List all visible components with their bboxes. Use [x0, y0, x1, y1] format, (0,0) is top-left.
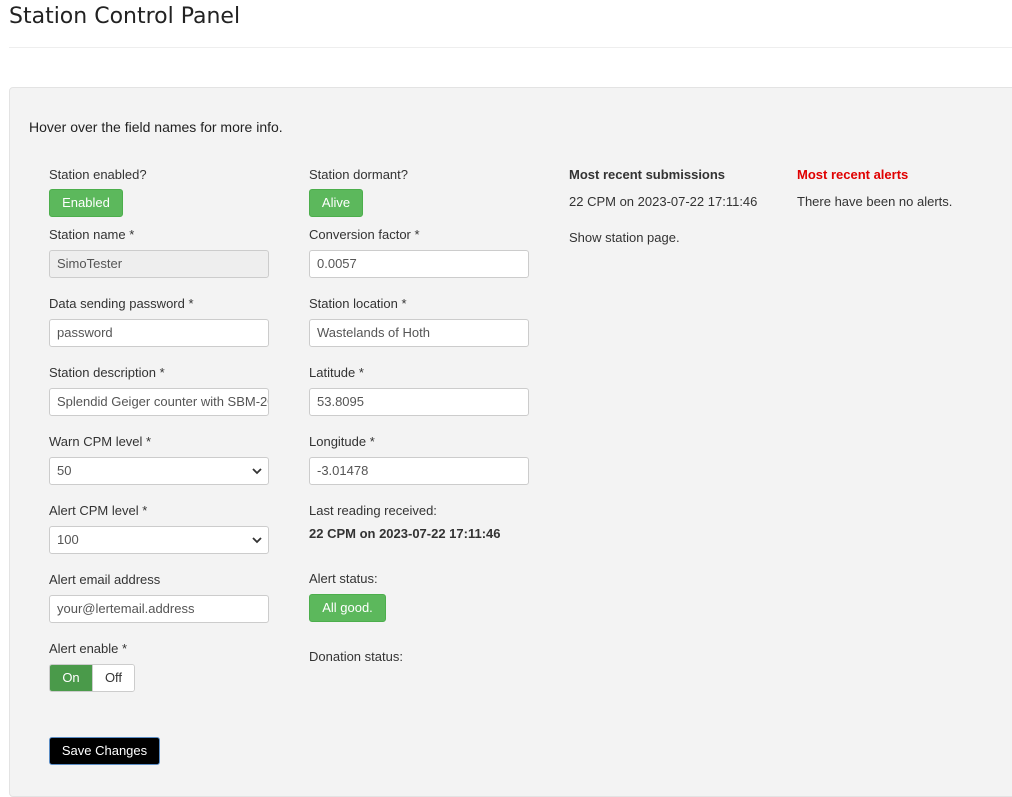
chevron-down-icon [252, 537, 262, 544]
station-name-field: SimoTester [49, 250, 269, 278]
recent-alerts-heading: Most recent alerts [797, 167, 909, 182]
save-changes-button[interactable]: Save Changes [49, 737, 160, 765]
title-divider [9, 47, 1012, 48]
show-station-page-link[interactable]: Show station page. [569, 230, 680, 245]
last-reading-label: Last reading received: [309, 503, 437, 518]
alert-cpm-value: 100 [57, 532, 79, 547]
hint-text: Hover over the field names for more info… [29, 119, 283, 135]
password-field[interactable]: password [49, 319, 269, 347]
page-title: Station Control Panel [9, 4, 241, 29]
warn-cpm-select[interactable]: 50 [49, 457, 269, 485]
station-name-label[interactable]: Station name * [49, 227, 134, 242]
alert-status-button[interactable]: All good. [309, 594, 386, 622]
longitude-field[interactable]: -3.01478 [309, 457, 529, 485]
donation-status-label: Donation status: [309, 649, 403, 664]
email-label[interactable]: Alert email address [49, 572, 160, 587]
warn-cpm-value: 50 [57, 463, 72, 478]
station-enabled-label[interactable]: Station enabled? [49, 167, 147, 182]
conversion-factor-field[interactable]: 0.0057 [309, 250, 529, 278]
station-enabled-button[interactable]: Enabled [49, 189, 123, 217]
chevron-down-icon [252, 468, 262, 475]
station-dormant-label[interactable]: Station dormant? [309, 167, 408, 182]
conversion-factor-label[interactable]: Conversion factor * [309, 227, 420, 242]
no-alerts-text: There have been no alerts. [797, 194, 953, 209]
latitude-field[interactable]: 53.8095 [309, 388, 529, 416]
password-label[interactable]: Data sending password * [49, 296, 194, 311]
alert-cpm-label[interactable]: Alert CPM level * [49, 503, 147, 518]
toggle-on-button[interactable]: On [50, 665, 92, 691]
email-field[interactable]: your@lertemail.address [49, 595, 269, 623]
location-field[interactable]: Wastelands of Hoth [309, 319, 529, 347]
warn-cpm-label[interactable]: Warn CPM level * [49, 434, 151, 449]
recent-submissions-heading: Most recent submissions [569, 167, 726, 182]
submission-entry: 22 CPM on 2023-07-22 17:11:46 [569, 194, 758, 209]
station-dormant-button[interactable]: Alive [309, 189, 363, 217]
alert-enable-label[interactable]: Alert enable * [49, 641, 127, 656]
location-label[interactable]: Station location * [309, 296, 407, 311]
description-label[interactable]: Station description * [49, 365, 165, 380]
last-reading-value: 22 CPM on 2023-07-22 17:11:46 [309, 526, 501, 541]
toggle-off-button[interactable]: Off [91, 665, 134, 691]
alert-status-label: Alert status: [309, 571, 378, 586]
description-field[interactable]: Splendid Geiger counter with SBM-20 [49, 388, 269, 416]
alert-enable-toggle[interactable]: On Off [49, 664, 135, 692]
longitude-label[interactable]: Longitude * [309, 434, 375, 449]
latitude-label[interactable]: Latitude * [309, 365, 364, 380]
alert-cpm-select[interactable]: 100 [49, 526, 269, 554]
